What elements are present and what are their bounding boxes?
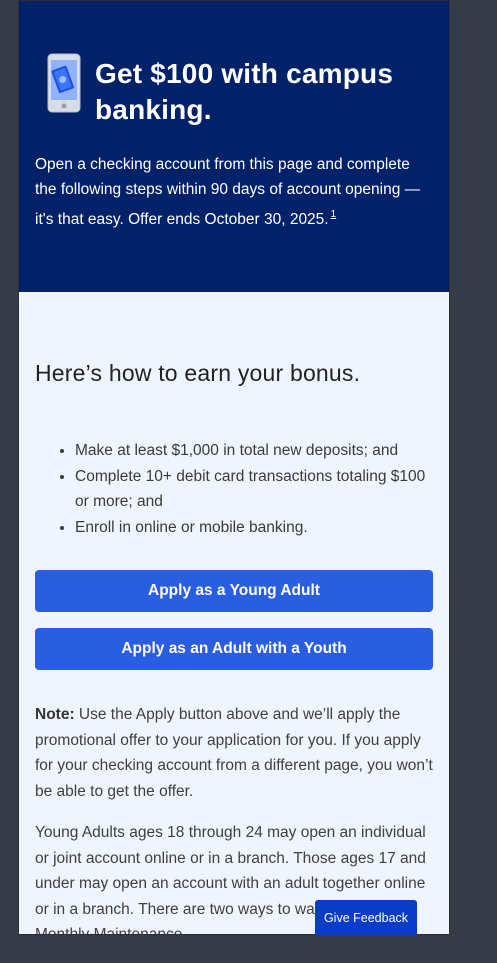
give-feedback-button[interactable]: Give Feedback	[315, 900, 417, 935]
note-label: Note:	[35, 706, 75, 723]
hero-description: Open a checking account from this page a…	[35, 152, 433, 232]
list-item: Complete 10+ debit card transactions tot…	[75, 464, 433, 515]
apply-young-adult-button[interactable]: Apply as a Young Adult	[35, 570, 433, 612]
list-item: Make at least $1,000 in total new deposi…	[75, 438, 433, 464]
apply-adult-with-youth-button[interactable]: Apply as an Adult with a Youth	[35, 628, 433, 670]
bonus-section: Here’s how to earn your bonus. Make at l…	[19, 358, 449, 934]
section-title: Here’s how to earn your bonus.	[35, 360, 361, 386]
hero-description-text: Open a checking account from this page a…	[35, 156, 421, 228]
steps-list: Make at least $1,000 in total new deposi…	[35, 438, 433, 540]
note-text: Use the Apply button above and we’ll app…	[35, 706, 433, 800]
hero-title: Get $100 with campus banking.	[95, 58, 394, 125]
page-viewport: Get $100 with campus banking. Open a che…	[18, 0, 450, 935]
note-paragraph: Note: Use the Apply button above and we’…	[35, 702, 433, 804]
footnote-link[interactable]: 1	[331, 209, 337, 220]
phone-money-icon	[47, 53, 81, 113]
hero-header: Get $100 with campus banking.	[35, 1, 433, 128]
list-item: Enroll in online or mobile banking.	[75, 515, 433, 541]
hero-banner: Get $100 with campus banking. Open a che…	[19, 1, 449, 292]
